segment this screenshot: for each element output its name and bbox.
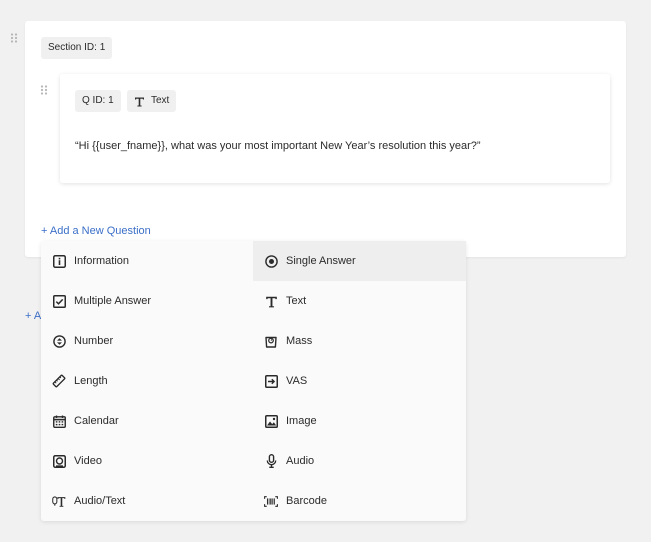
radio-icon <box>264 254 278 268</box>
question-type-menu: Information Single Answer Multiple Answe… <box>41 241 466 521</box>
number-stepper-icon <box>52 334 66 348</box>
text-t-icon <box>264 294 278 308</box>
question-type-label: Text <box>151 95 170 106</box>
menu-item-label: Barcode <box>286 495 327 507</box>
arrow-box-icon <box>264 374 278 388</box>
add-section-link[interactable]: + A <box>25 310 41 322</box>
barcode-icon <box>264 494 278 508</box>
question-drag-handle-icon[interactable] <box>40 85 48 95</box>
checkbox-icon <box>52 294 66 308</box>
menu-item-label: Image <box>286 415 317 427</box>
menu-item-barcode[interactable]: Barcode <box>253 481 466 521</box>
menu-item-vas[interactable]: VAS <box>253 361 466 401</box>
question-text[interactable]: “Hi {{user_fname}}, what was your most i… <box>75 140 481 152</box>
info-icon <box>52 254 66 268</box>
text-t-icon <box>134 96 145 107</box>
menu-item-image[interactable]: Image <box>253 401 466 441</box>
menu-item-label: Calendar <box>74 415 119 427</box>
menu-item-label: VAS <box>286 375 308 387</box>
menu-item-video[interactable]: Video <box>41 441 253 481</box>
video-icon <box>52 454 66 468</box>
microphone-icon <box>264 454 278 468</box>
menu-item-label: Audio/Text <box>74 495 126 507</box>
menu-item-label: Audio <box>286 455 315 467</box>
section-card: Section ID: 1 Q ID: 1 Text “Hi {{user_fn… <box>25 21 626 257</box>
menu-item-label: Text <box>286 295 307 307</box>
menu-item-label: Video <box>74 455 102 467</box>
section-id-badge: Section ID: 1 <box>41 37 113 59</box>
menu-item-number[interactable]: Number <box>41 321 253 361</box>
menu-item-label: Information <box>74 255 130 267</box>
menu-item-label: Multiple Answer <box>74 295 152 307</box>
menu-item-audio[interactable]: Audio <box>253 441 466 481</box>
audio-text-icon <box>52 494 66 508</box>
menu-item-label: Length <box>74 375 108 387</box>
add-question-link[interactable]: + Add a New Question <box>41 225 151 237</box>
image-icon <box>264 414 278 428</box>
question-type-badge: Text <box>127 90 177 112</box>
question-id-badge: Q ID: 1 <box>75 90 121 112</box>
menu-item-length[interactable]: Length <box>41 361 253 401</box>
question-card[interactable]: Q ID: 1 Text “Hi {{user_fname}}, what wa… <box>60 74 610 183</box>
ruler-icon <box>52 374 66 388</box>
menu-item-mass[interactable]: Mass <box>253 321 466 361</box>
menu-item-label: Number <box>74 335 114 347</box>
menu-item-label: Single Answer <box>286 255 356 267</box>
menu-item-audio-text[interactable]: Audio/Text <box>41 481 253 521</box>
calendar-icon <box>52 414 66 428</box>
menu-item-calendar[interactable]: Calendar <box>41 401 253 441</box>
section-drag-handle-icon[interactable] <box>10 33 18 43</box>
menu-item-information[interactable]: Information <box>41 241 253 281</box>
menu-item-multiple-answer[interactable]: Multiple Answer <box>41 281 253 321</box>
menu-item-single-answer[interactable]: Single Answer <box>253 241 466 281</box>
menu-item-text[interactable]: Text <box>253 281 466 321</box>
scale-icon <box>264 334 278 348</box>
menu-item-label: Mass <box>286 335 313 347</box>
